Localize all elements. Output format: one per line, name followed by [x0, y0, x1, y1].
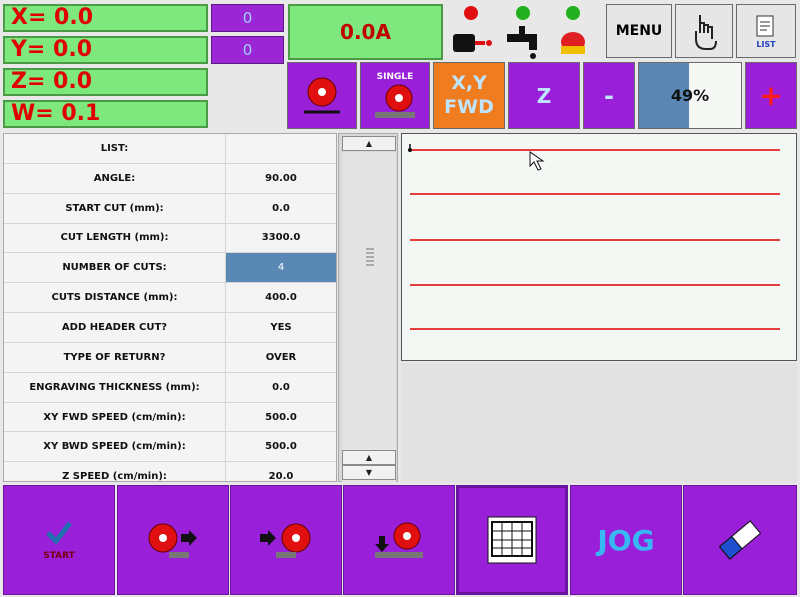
param-label: XY BWD SPEED (cm/min):	[4, 432, 226, 462]
param-value[interactable]: 3300.0	[226, 224, 336, 253]
table-row[interactable]: ADD HEADER CUT? YES	[4, 313, 336, 343]
jog-button[interactable]: JOG	[570, 485, 682, 595]
param-value[interactable]: 500.0	[226, 403, 336, 432]
z-button[interactable]: Z	[508, 62, 580, 129]
param-label: ADD HEADER CUT?	[4, 313, 226, 342]
table-row[interactable]: XY BWD SPEED (cm/min): 500.0	[4, 432, 336, 463]
z-readout: Z= 0.0	[3, 68, 208, 96]
speed-percent-label: 49%	[670, 86, 710, 105]
saw-single-icon	[375, 84, 415, 118]
table-row[interactable]: ANGLE: 90.00	[4, 163, 336, 194]
saw-backward-button[interactable]	[230, 485, 342, 595]
table-row[interactable]: START CUT (mm): 0.0	[4, 193, 336, 224]
param-value[interactable]: 4	[226, 253, 336, 283]
param-value[interactable]: YES	[226, 313, 336, 342]
list-button[interactable]: LIST	[736, 4, 796, 58]
menu-button[interactable]: MENU	[606, 4, 672, 58]
cut-lines-icon	[408, 144, 780, 330]
table-row[interactable]: ENGRAVING THICKNESS (mm): 0.0	[4, 372, 336, 403]
plus-button[interactable]: +	[745, 62, 797, 129]
start-button[interactable]: START	[3, 485, 115, 595]
param-value[interactable]: OVER	[226, 343, 336, 372]
x-readout: X= 0.0	[3, 4, 208, 32]
param-label: CUT LENGTH (mm):	[4, 223, 226, 253]
list-label: LIST	[756, 39, 776, 49]
grip-icon	[366, 248, 374, 268]
status-icons	[447, 2, 602, 60]
current-readout: 0.0A	[288, 4, 443, 60]
parameter-table: LIST: ANGLE: 90.00 START CUT (mm): 0.0 CUT LE…	[3, 133, 337, 482]
y-readout: Y= 0.0	[3, 36, 208, 64]
start-label: START	[43, 551, 75, 561]
saw-forward-button[interactable]	[117, 485, 229, 595]
param-value[interactable]: 500.0	[226, 432, 336, 461]
list-document-icon	[756, 15, 774, 36]
param-label: Z SPEED (cm/min):	[4, 462, 226, 481]
saw-blade-icon	[304, 77, 340, 113]
hand-button[interactable]	[675, 4, 733, 58]
param-value[interactable]: 90.00	[226, 164, 336, 193]
hand-icon	[695, 15, 717, 50]
param-label: TYPE OF RETURN?	[4, 342, 226, 372]
saw-down-button[interactable]	[343, 485, 455, 595]
param-label: NUMBER OF CUTS:	[4, 253, 226, 283]
table-scrollbar[interactable]: ▲ ▲ ▼	[338, 133, 398, 502]
param-label: ANGLE:	[4, 163, 226, 193]
scroll-up-button-2[interactable]: ▲	[342, 450, 396, 465]
saw-both-button[interactable]	[287, 62, 357, 129]
table-row[interactable]: CUT LENGTH (mm): 3300.0	[4, 223, 336, 254]
xy-fwd-button[interactable]: X,Y FWD	[433, 62, 505, 129]
keyboard-button[interactable]	[456, 485, 568, 595]
cut-preview	[401, 133, 797, 361]
param-value[interactable]: 0.0	[226, 194, 336, 223]
checkmark-icon	[46, 521, 72, 545]
eraser-icon	[718, 520, 762, 560]
param-value[interactable]: 400.0	[226, 283, 336, 312]
saw-down-icon	[375, 522, 423, 558]
scroll-down-button[interactable]: ▼	[342, 465, 396, 480]
saw-forward-icon	[148, 523, 197, 558]
empty-panel	[401, 363, 797, 483]
y-zero-button[interactable]: 0	[211, 36, 284, 64]
scroll-up-button[interactable]: ▲	[342, 136, 396, 151]
x-zero-button[interactable]: 0	[211, 4, 284, 32]
minus-button[interactable]: -	[583, 62, 635, 129]
table-row[interactable]: CUTS DISTANCE (mm): 400.0	[4, 283, 336, 314]
w-readout: W= 0.1	[3, 100, 208, 128]
table-row[interactable]: NUMBER OF CUTS: 4	[4, 253, 336, 284]
param-label: XY FWD SPEED (cm/min):	[4, 402, 226, 432]
status-indicators-icon	[453, 6, 585, 59]
eraser-button[interactable]	[683, 485, 797, 595]
param-label: CUTS DISTANCE (mm):	[4, 283, 226, 313]
table-row[interactable]: LIST:	[4, 134, 336, 164]
table-row[interactable]: TYPE OF RETURN? OVER	[4, 342, 336, 373]
table-row[interactable]: XY FWD SPEED (cm/min): 500.0	[4, 402, 336, 433]
speed-percent-bar[interactable]: 49%	[638, 62, 742, 129]
param-label: LIST:	[4, 134, 226, 163]
single-label: SINGLE	[376, 71, 414, 82]
saw-backward-icon	[260, 523, 311, 558]
param-value[interactable]: 20.0	[226, 462, 336, 481]
param-value[interactable]: 0.0	[226, 373, 336, 402]
param-label: ENGRAVING THICKNESS (mm):	[4, 372, 226, 402]
table-row[interactable]: Z SPEED (cm/min): 20.0	[4, 462, 336, 481]
param-label: START CUT (mm):	[4, 193, 226, 223]
single-cut-button[interactable]: SINGLE	[360, 62, 430, 129]
keyboard-icon	[487, 516, 537, 564]
param-value[interactable]	[226, 134, 336, 163]
